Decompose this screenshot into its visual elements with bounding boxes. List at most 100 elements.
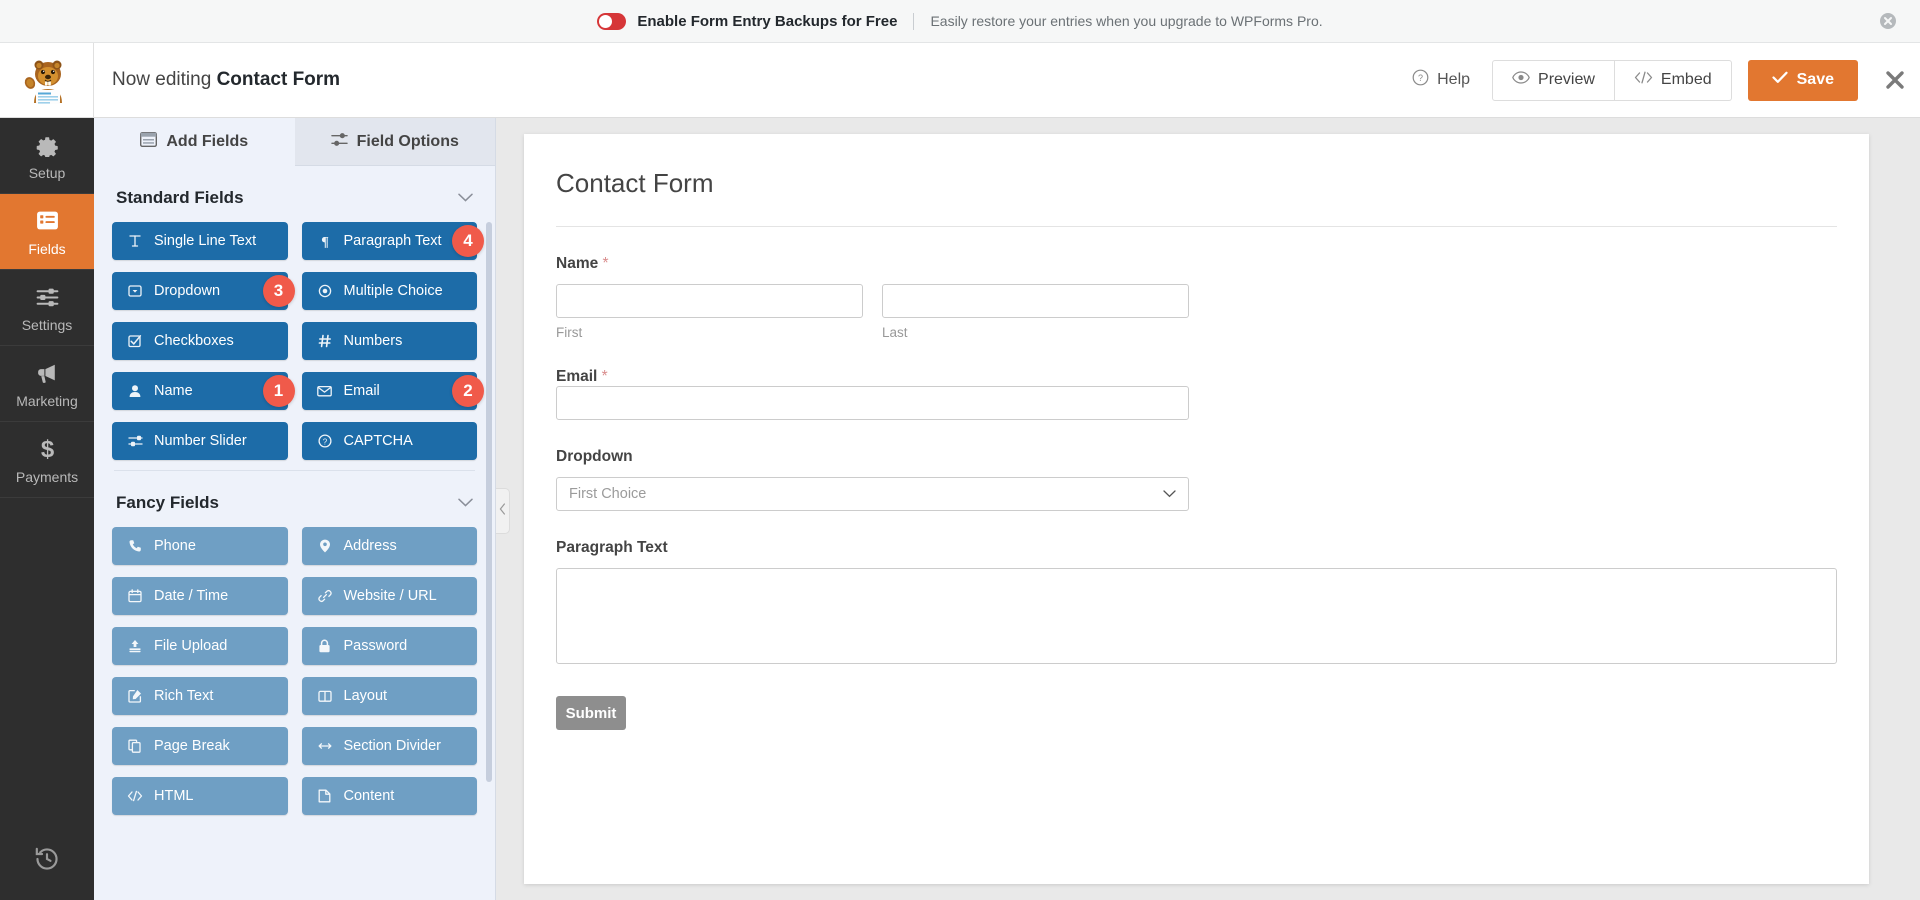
field-button-date-time[interactable]: Date / Time — [112, 577, 288, 615]
name-first-wrap: First — [556, 284, 863, 340]
field-label-text: Paragraph Text — [556, 539, 668, 556]
email-input[interactable] — [556, 386, 1189, 420]
field-label: CAPTCHA — [344, 433, 413, 449]
sidebar-item-settings[interactable]: Settings — [0, 270, 94, 346]
sidebar-item-fields[interactable]: Fields — [0, 194, 94, 270]
field-label: Multiple Choice — [344, 283, 443, 299]
sidebar-item-setup-label: Setup — [29, 166, 66, 180]
paragraph-textarea[interactable] — [556, 568, 1837, 664]
field-button-number-slider[interactable]: Number Slider — [112, 422, 288, 460]
field-label: Email — [344, 383, 380, 399]
chevron-down-icon — [458, 494, 473, 512]
panel-tab-bar: Add Fields Field Options — [94, 118, 495, 166]
sidebar-item-marketing[interactable]: Marketing — [0, 346, 94, 422]
checkbox-icon — [127, 334, 143, 348]
field-button-multiple-choice[interactable]: Multiple Choice — [302, 272, 478, 310]
calendar-icon — [127, 589, 143, 603]
field-button-single-line-text[interactable]: Single Line Text — [112, 222, 288, 260]
field-button-email[interactable]: Email 2 — [302, 372, 478, 410]
field-button-paragraph-text[interactable]: ¶ Paragraph Text 4 — [302, 222, 478, 260]
field-button-checkboxes[interactable]: Checkboxes — [112, 322, 288, 360]
text-icon — [127, 234, 143, 248]
preview-field-paragraph-text[interactable]: Paragraph Text — [556, 539, 1837, 664]
upload-icon — [127, 639, 143, 653]
field-button-dropdown[interactable]: Dropdown 3 — [112, 272, 288, 310]
panel-scrollbar[interactable] — [486, 222, 492, 782]
field-label-email: Email * — [556, 368, 1837, 386]
sidebar-item-payments[interactable]: $ Payments — [0, 422, 94, 498]
submit-button[interactable]: Submit — [556, 696, 626, 730]
field-label: Password — [344, 638, 408, 654]
sidebar-item-marketing-label: Marketing — [16, 394, 77, 408]
field-button-file-upload[interactable]: File Upload — [112, 627, 288, 665]
field-button-section-divider[interactable]: Section Divider — [302, 727, 478, 765]
field-button-page-break[interactable]: Page Break — [112, 727, 288, 765]
field-button-layout[interactable]: Layout — [302, 677, 478, 715]
preview-field-name[interactable]: Name * First Last — [556, 255, 1837, 340]
embed-button[interactable]: Embed — [1615, 60, 1732, 101]
annotation-badge-1: 1 — [263, 375, 295, 407]
fancy-fields-grid: Phone Address — [112, 527, 477, 815]
field-button-content[interactable]: Content — [302, 777, 478, 815]
divider-icon — [317, 740, 333, 752]
toggle-switch-icon[interactable] — [597, 13, 626, 30]
sidebar-item-setup[interactable]: Setup — [0, 118, 94, 194]
name-last-input[interactable] — [882, 284, 1189, 318]
code-icon — [127, 790, 143, 802]
columns-icon — [317, 689, 333, 703]
tab-field-options[interactable]: Field Options — [295, 118, 496, 166]
user-icon — [127, 384, 143, 398]
tab-add-fields[interactable]: Add Fields — [94, 118, 295, 166]
map-pin-icon — [317, 539, 333, 553]
page-title-form-name: Contact Form — [217, 69, 341, 90]
field-button-name[interactable]: Name 1 — [112, 372, 288, 410]
page-title: Now editing Contact Form — [112, 69, 340, 91]
group-header-standard-fields[interactable]: Standard Fields — [112, 166, 477, 222]
captcha-icon: ? — [317, 434, 333, 448]
preview-field-dropdown[interactable]: Dropdown First Choice — [556, 448, 1837, 511]
eye-icon — [1512, 71, 1530, 89]
document-icon — [317, 789, 333, 803]
preview-field-email[interactable]: Email * — [556, 368, 1837, 420]
chevron-down-icon — [1163, 486, 1176, 502]
field-label: HTML — [154, 788, 193, 804]
panel-collapse-toggle[interactable] — [496, 488, 510, 534]
hash-icon — [317, 334, 333, 348]
close-icon[interactable] — [1884, 69, 1906, 91]
tab-field-options-label: Field Options — [357, 133, 459, 151]
code-icon — [1634, 71, 1653, 89]
sidebar-item-settings-label: Settings — [22, 318, 73, 332]
name-last-sublabel: Last — [882, 325, 1189, 340]
field-label: Name — [154, 383, 193, 399]
annotation-badge-4: 4 — [452, 225, 484, 257]
field-button-password[interactable]: Password — [302, 627, 478, 665]
field-label: Rich Text — [154, 688, 213, 704]
field-button-rich-text[interactable]: Rich Text — [112, 677, 288, 715]
standard-fields-grid: Single Line Text ¶ Paragraph Text 4 Drop… — [112, 222, 477, 460]
save-button[interactable]: Save — [1748, 60, 1858, 101]
close-circle-icon[interactable] — [1878, 11, 1898, 31]
svg-text:$: $ — [40, 436, 53, 461]
field-button-numbers[interactable]: Numbers — [302, 322, 478, 360]
preview-button[interactable]: Preview — [1492, 60, 1615, 101]
group-header-fancy-fields[interactable]: Fancy Fields — [112, 471, 477, 527]
field-label: Layout — [344, 688, 388, 704]
revisions-clock-icon[interactable] — [24, 836, 70, 882]
name-first-input[interactable] — [556, 284, 863, 318]
dropdown-icon — [127, 284, 143, 298]
dropdown-select[interactable]: First Choice — [556, 477, 1189, 511]
field-label: Date / Time — [154, 588, 228, 604]
field-button-address[interactable]: Address — [302, 527, 478, 565]
promo-subtext: Easily restore your entries when you upg… — [930, 13, 1322, 29]
field-label: Address — [344, 538, 397, 554]
help-button[interactable]: ? Help — [1390, 69, 1492, 91]
field-label: Website / URL — [344, 588, 437, 604]
field-button-phone[interactable]: Phone — [112, 527, 288, 565]
preview-embed-group: Preview Embed — [1492, 60, 1732, 101]
sliders-icon — [35, 284, 60, 312]
save-label: Save — [1797, 71, 1834, 89]
field-button-html[interactable]: HTML — [112, 777, 288, 815]
svg-text:?: ? — [322, 438, 327, 447]
field-button-captcha[interactable]: ? CAPTCHA — [302, 422, 478, 460]
field-button-website-url[interactable]: Website / URL — [302, 577, 478, 615]
